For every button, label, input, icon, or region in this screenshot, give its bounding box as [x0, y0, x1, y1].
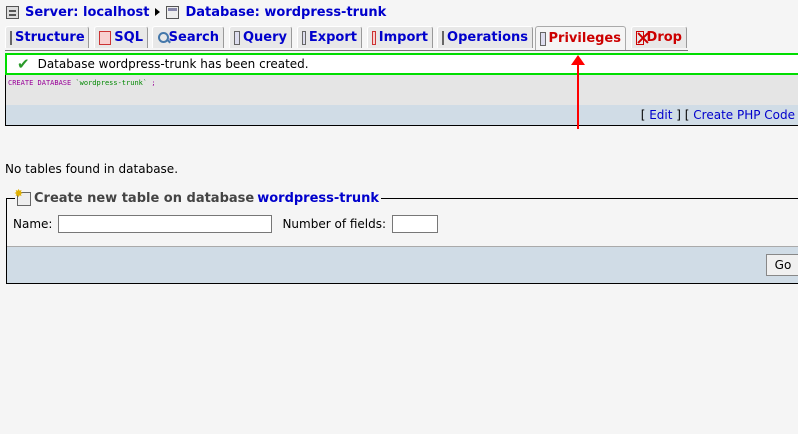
- tab-label: Privileges: [548, 31, 621, 46]
- edit-link[interactable]: Edit: [649, 108, 672, 122]
- tab-label: SQL: [114, 30, 143, 45]
- create-table-action-bar: Go: [7, 246, 798, 283]
- legend-database-link[interactable]: wordpress-trunk: [257, 191, 379, 206]
- sql-terminator: ;: [151, 79, 156, 87]
- create-php-code-link[interactable]: Create PHP Code: [693, 108, 795, 122]
- sql-code: CREATE DATABASE `wordpress-trunk` ;: [8, 79, 156, 87]
- drop-icon: [636, 30, 644, 45]
- tab-query[interactable]: Query: [229, 26, 292, 48]
- sql-query-box: CREATE DATABASE `wordpress-trunk` ; [ Ed…: [5, 75, 798, 126]
- server-icon: [6, 5, 19, 19]
- tab-label: Operations: [447, 30, 528, 45]
- create-table-legend: Create new table on database wordpress-t…: [14, 187, 382, 206]
- structure-icon: [10, 30, 12, 45]
- sql-icon: [99, 30, 112, 45]
- operations-icon: [442, 30, 445, 45]
- search-icon: [157, 31, 169, 45]
- number-of-fields-input[interactable]: [392, 215, 439, 233]
- tab-bar: Structure SQL Search Query Export Import…: [5, 26, 688, 51]
- no-tables-notice: No tables found in database.: [5, 162, 179, 176]
- success-text: Database wordpress-trunk has been create…: [37, 57, 309, 71]
- table-name-input[interactable]: [58, 215, 273, 233]
- export-icon: [302, 30, 306, 45]
- breadcrumb: Server: localhost Database: wordpress-tr…: [6, 3, 386, 21]
- query-icon: [234, 30, 240, 45]
- breadcrumb-separator-icon: [155, 8, 161, 16]
- success-message: ✔ Database wordpress-trunk has been crea…: [5, 53, 798, 75]
- create-table-fields: Name: Number of fields:: [13, 215, 439, 233]
- server-link[interactable]: Server: localhost: [25, 5, 149, 20]
- tab-import[interactable]: Import: [367, 26, 433, 48]
- tab-label: Query: [242, 30, 287, 45]
- success-check-icon: ✔: [17, 55, 30, 73]
- database-icon: [166, 5, 180, 19]
- tab-label: Search: [168, 30, 219, 45]
- database-link[interactable]: Database: wordpress-trunk: [185, 5, 386, 20]
- go-button[interactable]: Go: [766, 254, 798, 276]
- bracket: ] [: [672, 108, 694, 122]
- tab-label: Export: [308, 30, 357, 45]
- legend-text: Create new table on database: [34, 191, 255, 206]
- import-icon: [372, 30, 376, 45]
- sql-keyword: DATABASE: [37, 79, 72, 87]
- annotation-arrow-line: [577, 64, 579, 129]
- create-table-fieldset: Create new table on database wordpress-t…: [6, 187, 798, 284]
- fields-label: Number of fields:: [282, 217, 387, 231]
- privileges-icon: [540, 31, 546, 46]
- sql-identifier: `wordpress-trunk`: [75, 79, 148, 87]
- sql-keyword: CREATE: [8, 79, 34, 87]
- tab-operations[interactable]: Operations: [437, 26, 533, 48]
- new-table-icon: [14, 187, 31, 206]
- bracket: [: [640, 108, 650, 122]
- tab-drop[interactable]: Drop: [631, 26, 687, 48]
- tab-export[interactable]: Export: [297, 26, 362, 48]
- tab-structure[interactable]: Structure: [5, 26, 89, 48]
- tab-search[interactable]: Search: [152, 26, 224, 48]
- tab-label: Import: [378, 30, 428, 45]
- sql-action-bar: [ Edit ] [ Create PHP Code: [6, 105, 798, 125]
- name-label: Name:: [13, 217, 53, 231]
- tab-label: Drop: [646, 30, 682, 45]
- tab-privileges[interactable]: Privileges: [535, 26, 626, 50]
- tab-sql[interactable]: SQL: [94, 26, 148, 48]
- tab-label: Structure: [15, 30, 85, 45]
